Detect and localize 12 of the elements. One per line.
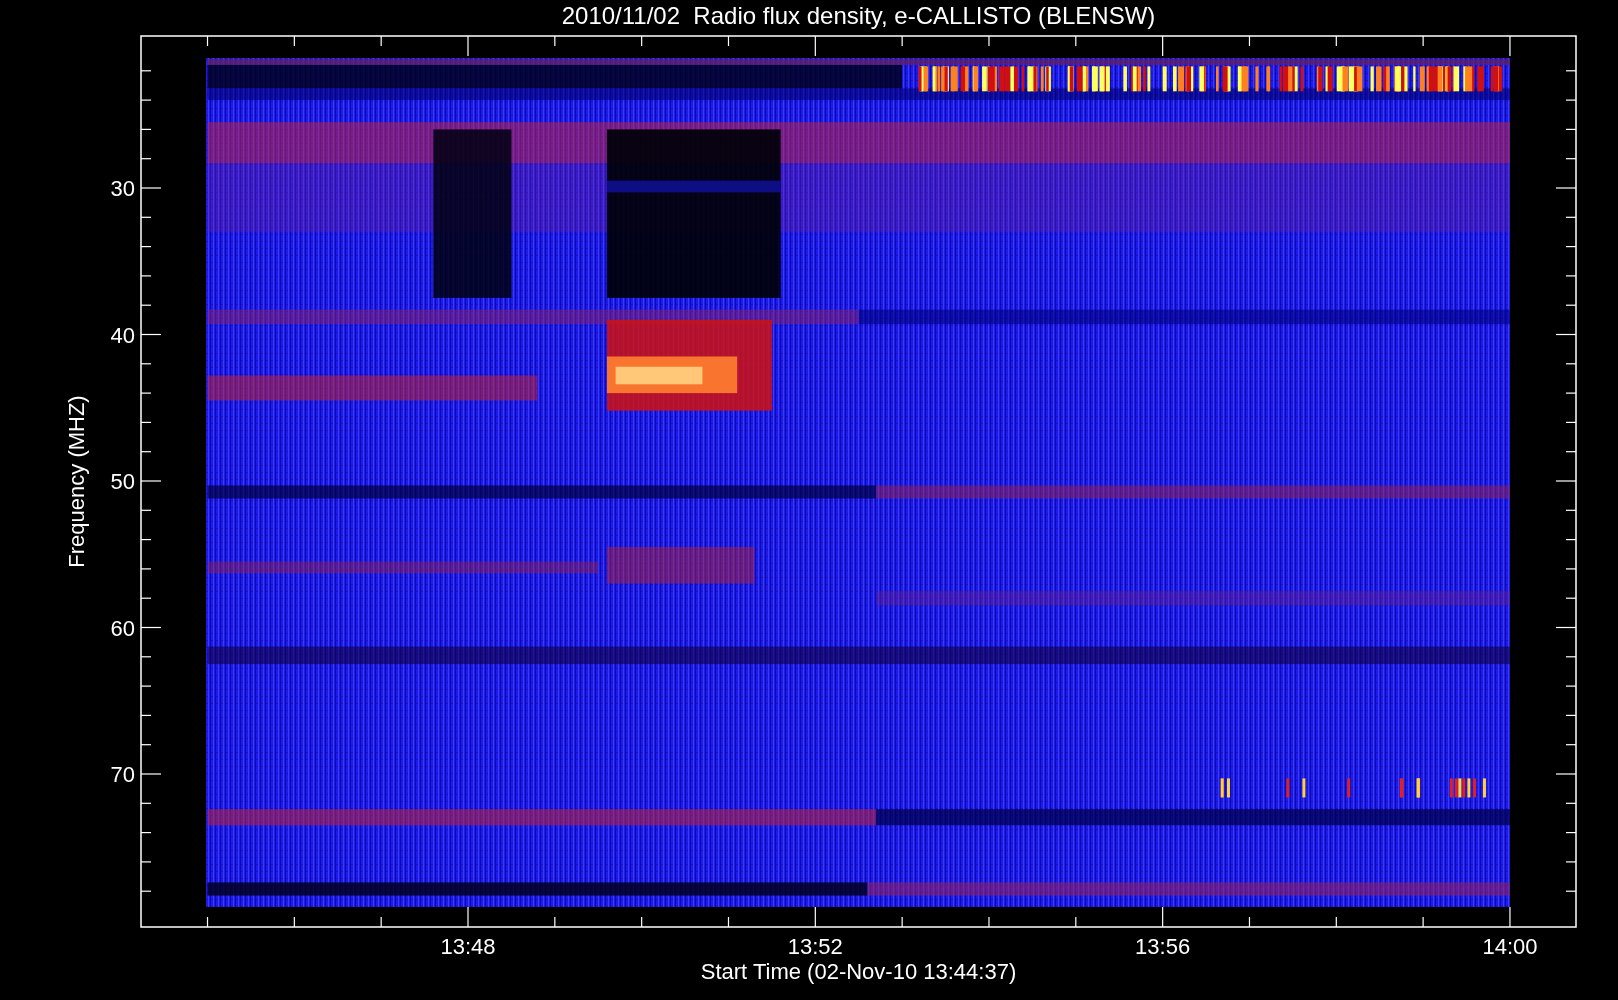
x-tick-label: 14:00: [1482, 934, 1538, 959]
y-tick-label: 70: [110, 762, 135, 787]
chart-title: 2010/11/02 Radio flux density, e-CALLISTO (BLENSW): [561, 2, 1156, 29]
x-axis-label: Start Time (02-Nov-10 13:44:37): [700, 959, 1017, 984]
y-tick-label: 30: [110, 176, 135, 201]
x-tick-label: 13:56: [1135, 934, 1191, 959]
y-tick-label: 60: [110, 615, 135, 641]
y-tick-label: 40: [110, 322, 135, 348]
x-tick-label: 13:48: [440, 934, 496, 959]
y-tick-label: 50: [110, 469, 135, 494]
y-axis-label: Frequency (MHZ): [64, 395, 89, 568]
x-tick-label: 13:52: [787, 934, 843, 959]
